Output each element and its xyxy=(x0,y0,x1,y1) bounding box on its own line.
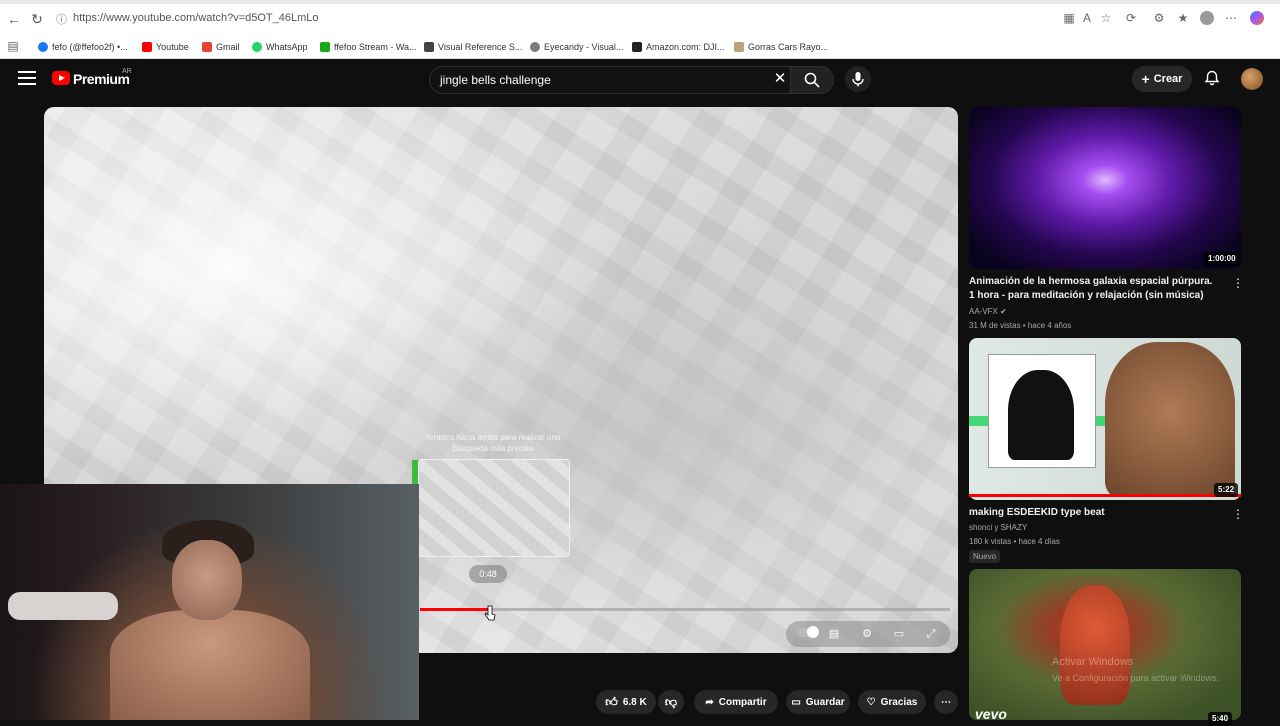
bookmark-favicon xyxy=(530,42,540,52)
settings-gear-icon[interactable]: ⚙ xyxy=(859,626,875,642)
bookmark-favicon xyxy=(202,42,212,52)
bookmark-favicon xyxy=(734,42,744,52)
reload-icon[interactable]: ↻ xyxy=(28,10,46,28)
thumbnail-person xyxy=(1105,342,1235,497)
more-icon[interactable]: ⋯ xyxy=(1224,11,1238,25)
url-text[interactable]: https://www.youtube.com/watch?v=d5OT_46L… xyxy=(73,12,319,24)
sidebar-video-thumbnail[interactable] xyxy=(969,107,1241,269)
favorites-icon[interactable]: ★ xyxy=(1176,11,1190,25)
microphone-icon xyxy=(852,72,864,87)
plus-icon: + xyxy=(1141,71,1150,87)
bookmark-item[interactable]: Gmail xyxy=(202,40,240,54)
thumbs-down-icon: 👎︎ xyxy=(664,694,678,709)
hamburger-menu-icon[interactable] xyxy=(18,71,36,85)
thumbnail-masked-figure xyxy=(1008,370,1074,460)
duration-badge: 5:40 xyxy=(1208,712,1233,726)
sidebar-video-channel[interactable]: AA-VFX ✔ xyxy=(969,306,1007,318)
tab-strip xyxy=(0,0,1280,4)
progress-bar[interactable] xyxy=(420,608,950,611)
sidebar-video-title[interactable]: making ESDEEKID type beat xyxy=(969,506,1219,520)
theater-mode-icon[interactable]: ▭ xyxy=(891,626,907,642)
more-dots-icon: ⋯ xyxy=(941,696,951,708)
search-query-text[interactable]: jingle bells challenge xyxy=(440,73,551,87)
create-button[interactable]: + Crear xyxy=(1132,66,1192,92)
bookmark-item[interactable]: Gorras Cars Rayo... xyxy=(734,40,828,54)
new-badge: Nuevo xyxy=(969,550,1001,563)
bookmark-favicon xyxy=(142,42,152,52)
clear-search-icon[interactable]: ✕ xyxy=(772,70,788,88)
share-icon: ➦ xyxy=(705,696,714,708)
apps-icon[interactable]: ▦ xyxy=(1062,11,1076,25)
more-actions-button[interactable]: ⋯ xyxy=(934,690,958,714)
search-icon[interactable] xyxy=(804,72,820,88)
watched-progress-bar xyxy=(969,494,1241,497)
refresh-extension-icon[interactable]: ⟳ xyxy=(1124,11,1138,25)
subtitles-icon[interactable]: ▤ xyxy=(826,626,842,642)
profile-icon[interactable] xyxy=(1200,11,1214,25)
thumbnail-person xyxy=(1060,585,1130,705)
verified-icon: ✔ xyxy=(1000,307,1007,316)
duration-badge: 1:00:00 xyxy=(1204,252,1240,266)
webcam-person-face xyxy=(172,540,242,620)
save-button[interactable]: ▭ Guardar xyxy=(786,690,850,714)
sidebar-video-meta: 180 k vistas • hace 4 días xyxy=(969,537,1060,546)
favorite-star-icon[interactable]: ☆ xyxy=(1099,11,1113,25)
share-button[interactable]: ➦ Compartir xyxy=(694,690,778,714)
bookmark-favicon xyxy=(320,42,330,52)
sidebar-video-title[interactable]: Animación de la hermosa galaxia espacial… xyxy=(969,275,1219,303)
bookmark-favicon xyxy=(38,42,48,52)
notifications-bell-icon[interactable] xyxy=(1204,70,1220,86)
progress-bar-played xyxy=(420,608,489,611)
hand-cursor-icon xyxy=(484,605,496,621)
youtube-logo-icon[interactable] xyxy=(52,71,70,85)
voice-search-button[interactable] xyxy=(845,66,871,92)
back-icon[interactable]: ← xyxy=(5,10,23,28)
windows-activation-subtitle: Ve a Configuración para activar Windows. xyxy=(1052,673,1220,683)
bookmark-icon: ▭ xyxy=(791,696,801,708)
bookmark-item[interactable]: fefo (@ffefoo2f) •... xyxy=(38,40,128,54)
video-menu-icon[interactable]: ⋮ xyxy=(1232,508,1244,520)
seek-hint-text: Arrastra hacia arriba para realizar una … xyxy=(425,433,561,453)
thumbs-up-icon: 👍︎ xyxy=(605,694,618,709)
bookmark-item[interactable]: Visual Reference S... xyxy=(424,40,522,54)
hover-time-tooltip: 0:48 xyxy=(469,565,507,583)
sidebar-video-channel[interactable]: shonci y SHAZY xyxy=(969,522,1027,534)
tab-actions-icon[interactable]: ▤ xyxy=(6,39,20,53)
bookmark-favicon xyxy=(252,42,262,52)
sidebar-video-meta: 31 M de vistas • hace 4 años xyxy=(969,321,1072,330)
bookmark-item[interactable]: Amazon.com: DJI... xyxy=(632,40,725,54)
windows-activation-title: Activar Windows xyxy=(1052,656,1134,668)
dislike-button[interactable]: 👎︎ xyxy=(658,690,684,714)
region-code: AR xyxy=(122,68,132,75)
bookmark-favicon xyxy=(632,42,642,52)
extensions-icon[interactable]: ⚙ xyxy=(1152,11,1166,25)
like-button[interactable]: 👍︎ 6.8 K xyxy=(596,690,656,714)
site-info-icon[interactable]: ⓘ xyxy=(56,11,68,26)
webcam-background-pillow xyxy=(8,592,118,620)
bookmark-item[interactable]: Youtube xyxy=(142,40,189,54)
copilot-icon[interactable] xyxy=(1250,11,1264,25)
bookmark-favicon xyxy=(424,42,434,52)
account-avatar[interactable] xyxy=(1241,68,1263,90)
fullscreen-icon[interactable]: ⤢ xyxy=(923,626,939,642)
read-aloud-icon[interactable]: A xyxy=(1080,11,1094,25)
webcam-person-body xyxy=(110,610,310,720)
autoplay-toggle-icon[interactable] xyxy=(796,626,820,642)
thanks-button[interactable]: ♡ Gracias xyxy=(858,690,926,714)
youtube-premium-label[interactable]: Premium xyxy=(73,71,130,87)
duration-badge: 5:22 xyxy=(1214,483,1239,497)
thanks-heart-icon: ♡ xyxy=(866,696,876,708)
video-menu-icon[interactable]: ⋮ xyxy=(1232,277,1244,289)
bookmark-item[interactable]: Eyecandy - Visual... xyxy=(530,40,623,54)
bookmark-item[interactable]: ffefoo Stream - Wa... xyxy=(320,40,417,54)
seek-preview-thumbnail xyxy=(418,459,570,557)
bookmark-item[interactable]: WhatsApp xyxy=(252,40,308,54)
